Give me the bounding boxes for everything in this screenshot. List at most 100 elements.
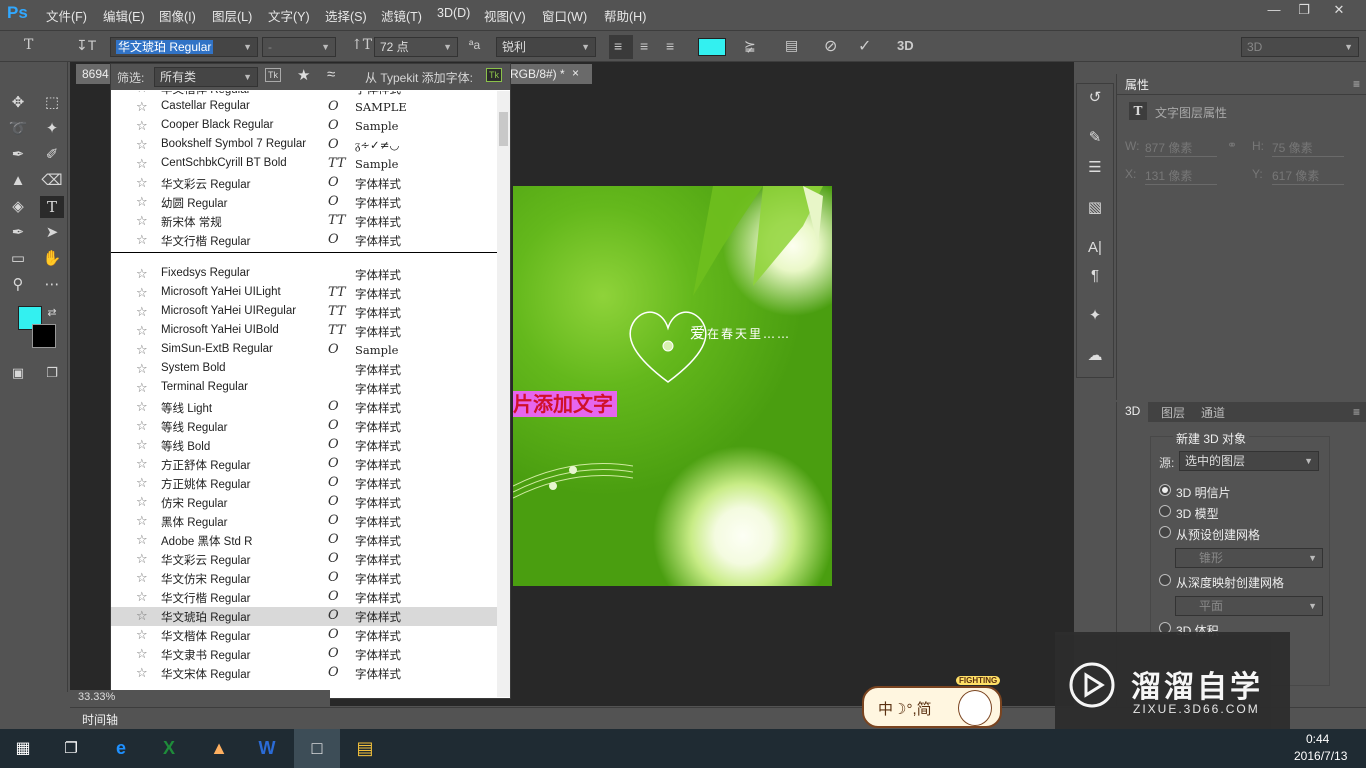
workspace-dropdown[interactable]: 3D ▼ <box>1241 37 1359 57</box>
font-style-dropdown[interactable]: - ▼ <box>262 37 336 57</box>
paint-bucket-tool-icon[interactable]: ◈ <box>6 196 30 218</box>
favorite-star-icon[interactable]: ☆ <box>136 304 148 320</box>
favorite-star-icon[interactable]: ☆ <box>136 475 148 491</box>
zoom-tool-icon[interactable]: ⚲ <box>6 274 30 296</box>
type-tool-icon[interactable]: T <box>40 196 64 218</box>
font-size-dropdown[interactable]: 72 点 ▼ <box>374 37 458 57</box>
menu-image[interactable]: 图像(I) <box>159 6 196 25</box>
width-field[interactable]: 877 像素 <box>1145 139 1217 157</box>
radio-3d-postcard[interactable] <box>1159 484 1171 496</box>
font-list-item[interactable]: ☆ Microsoft YaHei UIRegular TT 字体样式 <box>111 303 497 322</box>
panel-menu-icon[interactable]: ≡ <box>1353 405 1360 419</box>
favorite-star-icon[interactable]: ☆ <box>136 380 148 396</box>
path-select-tool-icon[interactable]: ➤ <box>40 222 64 244</box>
font-family-dropdown[interactable]: 华文琥珀 Regular ▼ <box>110 37 258 57</box>
font-list-item[interactable]: ☆ 华文仿宋 Regular O 字体样式 <box>111 569 497 588</box>
favorite-star-icon[interactable]: ☆ <box>136 532 148 548</box>
font-list-item[interactable]: ☆ Microsoft YaHei UILight TT 字体样式 <box>111 284 497 303</box>
radio-mesh-from-depth[interactable] <box>1159 574 1171 586</box>
font-list-item[interactable]: ☆ 等线 Light O 字体样式 <box>111 398 497 417</box>
font-list-item[interactable]: ☆ Castellar Regular O SAMPLE <box>111 98 497 117</box>
typekit-add-icon[interactable]: Tk <box>486 68 502 82</box>
favorite-star-icon[interactable]: ☆ <box>136 137 148 153</box>
menu-select[interactable]: 选择(S) <box>325 6 367 25</box>
favorite-star-icon[interactable]: ☆ <box>136 361 148 377</box>
font-list-item[interactable]: ☆ 方正舒体 Regular O 字体样式 <box>111 455 497 474</box>
favorite-star-icon[interactable]: ☆ <box>136 513 148 529</box>
align-left-button[interactable]: ≡ <box>609 35 633 59</box>
font-list-item[interactable]: ☆ 幼圆 Regular O 字体样式 <box>111 193 497 212</box>
font-list-item[interactable]: ☆ Terminal Regular 字体样式 <box>111 379 497 398</box>
word-icon[interactable]: W <box>244 729 290 768</box>
favorite-star-icon[interactable]: ☆ <box>136 213 148 229</box>
font-list-item[interactable]: ☆ 华文宋体 Regular O 字体样式 <box>111 664 497 683</box>
font-list-item[interactable]: ☆ 等线 Bold O 字体样式 <box>111 436 497 455</box>
align-right-button[interactable]: ≡ <box>666 38 674 54</box>
favorite-star-icon[interactable]: ☆ <box>136 232 148 248</box>
timeline-tab[interactable]: 时间轴 <box>82 711 118 728</box>
stamp-tool-icon[interactable]: ▲ <box>6 170 30 192</box>
favorite-star-icon[interactable]: ☆ <box>136 589 148 605</box>
warp-text-icon[interactable]: ⪶ <box>744 37 756 54</box>
font-list-item[interactable]: ☆ 华文彩云 Regular O 字体样式 <box>111 550 497 569</box>
background-color-swatch[interactable] <box>32 324 56 348</box>
taskbar-time[interactable]: 0:44 <box>1306 732 1329 746</box>
favorite-star-icon[interactable]: ☆ <box>136 194 148 210</box>
preset-dropdown[interactable]: 锥形 ▼ <box>1175 548 1323 568</box>
canvas-image[interactable] <box>513 186 832 586</box>
character-icon[interactable]: A| <box>1077 234 1113 262</box>
adjustments-icon[interactable]: ☰ <box>1077 154 1113 182</box>
clone-source-icon[interactable]: ▧ <box>1077 194 1113 222</box>
taskbar-date[interactable]: 2016/7/13 <box>1294 749 1347 763</box>
menu-layer[interactable]: 图层(L) <box>212 6 252 25</box>
character-panel-icon[interactable]: ▤ <box>785 37 798 54</box>
font-list-item[interactable]: ☆ 等线 Regular O 字体样式 <box>111 417 497 436</box>
brush-tool-icon[interactable]: ✐ <box>40 144 64 166</box>
menu-type[interactable]: 文字(Y) <box>268 6 310 25</box>
tools-settings-icon[interactable]: ✦ <box>1077 302 1113 330</box>
image-app-icon[interactable]: ▲ <box>196 729 242 768</box>
eraser-tool-icon[interactable]: ⌫ <box>40 170 64 192</box>
font-list-item[interactable]: ☆ 仿宋 Regular O 字体样式 <box>111 493 497 512</box>
text-color-swatch[interactable] <box>698 38 726 56</box>
favorites-filter-icon[interactable]: ★ <box>297 66 310 84</box>
menu-filter[interactable]: 滤镜(T) <box>381 6 422 25</box>
favorite-star-icon[interactable]: ☆ <box>136 570 148 586</box>
restore-icon[interactable]: ❐ <box>1289 0 1319 22</box>
excel-icon[interactable]: X <box>146 729 192 768</box>
commit-icon[interactable]: ✓ <box>858 36 871 56</box>
task-view-icon[interactable]: ❐ <box>48 729 94 768</box>
type-tool-icon[interactable]: T <box>24 37 33 53</box>
radio-mesh-from-preset[interactable] <box>1159 526 1171 538</box>
source-dropdown[interactable]: 选中的图层 ▼ <box>1179 451 1319 471</box>
swap-colors-icon[interactable]: ⇄ <box>40 302 64 324</box>
lasso-tool-icon[interactable]: ➰ <box>6 118 30 140</box>
font-list-item[interactable]: ☆ CentSchbkCyrill BT Bold TT Sample <box>111 155 497 174</box>
favorite-star-icon[interactable]: ☆ <box>136 494 148 510</box>
font-list-item[interactable]: ☆ 华文隶书 Regular O 字体样式 <box>111 645 497 664</box>
close-tab-icon[interactable]: × <box>572 66 579 80</box>
depth-dropdown[interactable]: 平面 ▼ <box>1175 596 1323 616</box>
favorite-star-icon[interactable]: ☆ <box>136 608 148 624</box>
file-explorer-icon[interactable]: ▤ <box>342 729 388 768</box>
option-3d-model[interactable]: 3D 模型 <box>1176 505 1219 522</box>
tab-layers[interactable]: 图层 <box>1153 402 1193 422</box>
font-list-item[interactable]: ☆ 华文行楷 Regular O 字体样式 <box>111 588 497 607</box>
favorite-star-icon[interactable]: ☆ <box>136 285 148 301</box>
document-app-icon[interactable]: □ <box>294 729 340 768</box>
cancel-icon[interactable]: ⊘ <box>824 36 837 56</box>
font-list-item[interactable]: ☆ System Bold 字体样式 <box>111 360 497 379</box>
zoom-level[interactable]: 33.33% <box>78 691 115 703</box>
3d-text-icon[interactable]: 3D <box>897 38 914 53</box>
font-list-item[interactable]: ☆ SimSun-ExtB Regular O Sample <box>111 341 497 360</box>
font-list-item[interactable]: ☆ Microsoft YaHei UIBold TT 字体样式 <box>111 322 497 341</box>
canvas-text-layer[interactable]: 片添加文字 <box>513 391 617 417</box>
option-mesh-from-depth[interactable]: 从深度映射创建网格 <box>1176 574 1284 591</box>
quick-select-tool-icon[interactable]: ✦ <box>40 118 64 140</box>
favorite-star-icon[interactable]: ☆ <box>136 437 148 453</box>
font-list-item[interactable]: ☆ 黑体 Regular O 字体样式 <box>111 512 497 531</box>
favorite-star-icon[interactable]: ☆ <box>136 266 148 282</box>
font-list-item[interactable]: ☆ 方正姚体 Regular O 字体样式 <box>111 474 497 493</box>
favorite-star-icon[interactable]: ☆ <box>136 99 148 115</box>
hand-tool-icon[interactable]: ✋ <box>40 248 64 270</box>
